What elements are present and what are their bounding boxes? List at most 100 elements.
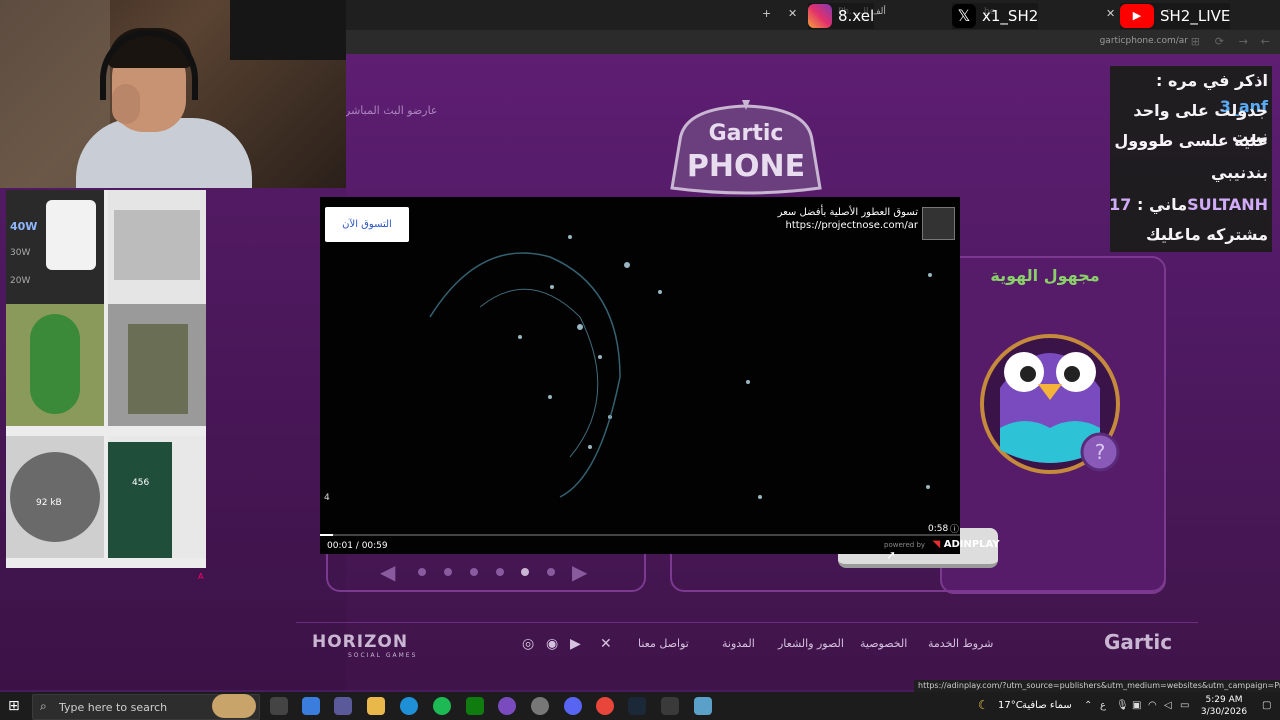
youtube-handle: SH2_LIVE (1160, 7, 1231, 25)
chat-text: مشتركه ماعليك (1145, 225, 1268, 244)
jacket-product[interactable]: 456 (108, 436, 206, 558)
file-explorer-icon[interactable] (367, 697, 385, 715)
info-icon[interactable]: ⓘ (950, 522, 959, 535)
clock-date[interactable]: 3/30/2026 (1200, 707, 1248, 717)
horizon-subtitle: SOCIAL GAMES (348, 652, 418, 659)
charger-product[interactable]: 40W 30W 20W (6, 190, 104, 312)
clock-time[interactable]: 5:29 AM (1204, 695, 1244, 705)
copilot-icon[interactable] (302, 697, 320, 715)
file-size: 92 kB (36, 498, 62, 508)
notes-app-icon[interactable] (694, 697, 712, 715)
game-app-icon[interactable] (661, 697, 679, 715)
speedometer-icon[interactable] (531, 697, 549, 715)
battery-icon[interactable]: ▭ (1180, 700, 1189, 711)
carousel-next-icon[interactable]: ▶ (572, 560, 587, 584)
media-app-icon[interactable] (334, 697, 352, 715)
svg-text:?: ? (1095, 440, 1106, 464)
chat-separator: : (1131, 195, 1149, 214)
carousel-dot[interactable] (418, 568, 426, 576)
search-placeholder: Type here to search (59, 701, 168, 714)
back-icon[interactable]: ← (1261, 35, 1270, 48)
language-indicator[interactable]: ع (1100, 700, 1106, 711)
mouse-cursor-icon: ➚ (886, 548, 897, 562)
stream-chat-overlay: اذكر في مره : 3_anf جدولت على واحد نبيت … (1108, 66, 1272, 252)
figure-product[interactable] (6, 304, 104, 426)
x-overlay: 𝕏 x1_SH2 (952, 3, 1039, 29)
mic-icon[interactable]: 🎙 (1116, 700, 1129, 711)
watt-label: 20W (10, 276, 31, 286)
anonymous-title: مجهول الهوية (990, 266, 1100, 285)
x-icon[interactable]: ✕ (600, 636, 612, 652)
video-frame-number: 4 (324, 493, 330, 503)
video-ad-player[interactable] (320, 197, 960, 554)
avatar-bird-icon[interactable]: ? (980, 328, 1122, 476)
chrome-icon[interactable] (596, 697, 614, 715)
ad-title[interactable]: تسوق العطور الأصلية بأفضل سعر (700, 207, 918, 218)
weather-desc[interactable]: سماء صافية (1022, 700, 1072, 711)
horizon-logo[interactable]: HORIZON SOCIAL GAMES (312, 632, 417, 659)
carousel-dot[interactable] (470, 568, 478, 576)
carousel-prev-icon[interactable]: ◀ (380, 560, 395, 584)
new-tab-button[interactable]: + (762, 7, 771, 20)
carousel-dot[interactable] (444, 568, 452, 576)
task-view-icon[interactable] (270, 697, 288, 715)
chat-message: ماني : 17SULTANH (1108, 192, 1268, 218)
footer-link-media[interactable]: الصور والشعار (778, 637, 844, 650)
instagram-icon[interactable]: ◎ (522, 636, 534, 652)
ad-url[interactable]: https://projectnose.com/ar (700, 220, 918, 231)
chat-text: عليه علسى طووول (1114, 131, 1268, 150)
backpack-product[interactable] (108, 304, 206, 426)
adinplay-logo[interactable]: powered by ◥ ADINPLAY (884, 539, 1000, 550)
instagram-icon (808, 4, 832, 28)
carousel-dot-active[interactable] (521, 568, 529, 576)
edge-icon[interactable] (400, 697, 418, 715)
weather-temp[interactable]: 17°C (998, 700, 1023, 711)
video-progress-bar[interactable] (320, 534, 960, 536)
sticker-product[interactable]: 92 kB (6, 436, 104, 558)
discord-icon[interactable] (564, 697, 582, 715)
building-product[interactable] (108, 190, 206, 312)
youtube-icon[interactable]: ▶ (570, 636, 581, 652)
x-icon: 𝕏 (952, 4, 976, 28)
url-text[interactable]: garticphone.com/ar (1100, 36, 1188, 46)
moon-weather-icon[interactable]: ☾ (978, 698, 989, 712)
wifi-icon[interactable]: ◠ (1148, 700, 1157, 711)
gartic-footer-logo[interactable]: Gartic (1104, 630, 1172, 654)
reload-icon[interactable]: ⟳ (1215, 35, 1224, 48)
tray-app-icon[interactable]: ▣ (1132, 700, 1141, 711)
discord-icon[interactable]: ◉ (546, 636, 558, 652)
close-tab-icon[interactable]: ✕ (1106, 7, 1115, 20)
footer-link-terms[interactable]: شروط الخدمة (928, 637, 993, 650)
product-ad-grid[interactable]: 40W 30W 20W 92 kB 456 (6, 190, 206, 568)
address-bar[interactable]: garticphone.com/ar ⊞ ⟳ → ← (346, 30, 1280, 54)
windows-start-icon[interactable]: ⊞ (8, 698, 20, 714)
footer-link-contact[interactable]: تواصل معنا (638, 637, 689, 650)
bookmark-icon[interactable]: ⊞ (1191, 35, 1200, 48)
volume-icon[interactable]: ◁ (1164, 700, 1172, 711)
spotify-icon[interactable] (433, 697, 451, 715)
carousel-dot[interactable] (547, 568, 555, 576)
ad-thumbnail[interactable] (922, 207, 955, 240)
twitch-streamers-link[interactable]: عارضو البث المباشر (345, 104, 438, 117)
footer-link-blog[interactable]: المدونة (722, 637, 755, 650)
notification-icon[interactable]: ▢ (1262, 700, 1271, 711)
adinplay-brand: ADINPLAY (943, 539, 1000, 550)
jersey-number: 456 (132, 478, 150, 488)
youtube-icon: ▶ (1120, 4, 1154, 28)
logo-top-text: Gartic (709, 121, 784, 146)
footer-link-privacy[interactable]: الخصوصية (860, 637, 907, 650)
shop-now-button[interactable]: التسوق الآن (325, 207, 409, 242)
xbox-icon[interactable] (466, 697, 484, 715)
chat-text: ماني (1148, 195, 1188, 214)
forward-icon[interactable]: → (1239, 35, 1248, 48)
gartic-phone-logo: Gartic PHONE (660, 100, 832, 196)
chat-text: بندنيبي (1210, 163, 1268, 182)
carousel-dot[interactable] (496, 568, 504, 576)
chat-app-icon[interactable] (498, 697, 516, 715)
chevron-up-icon[interactable]: ⌃ (1084, 700, 1092, 711)
steam-icon[interactable] (628, 697, 646, 715)
close-tab-icon[interactable]: ✕ (788, 7, 797, 20)
search-icon: ⌕ (40, 699, 47, 713)
webcam-feed (0, 0, 346, 188)
widget-news-icon[interactable] (212, 694, 256, 718)
